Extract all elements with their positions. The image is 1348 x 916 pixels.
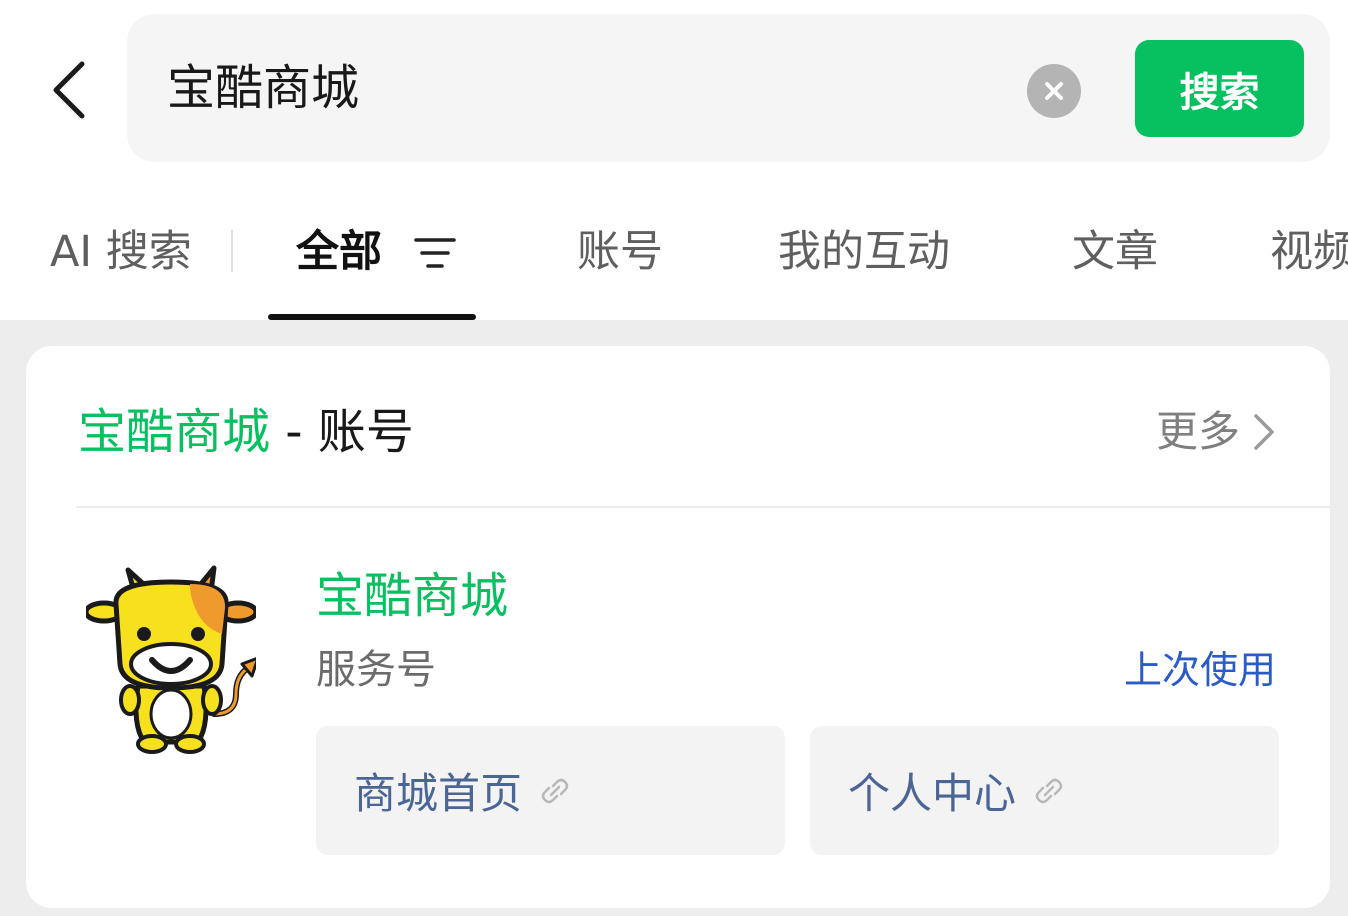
section-title-suffix: - 账号 xyxy=(270,404,414,460)
more-button[interactable]: 更多 xyxy=(1156,404,1276,460)
quick-link-label: 个人中心 xyxy=(848,769,1017,818)
search-field[interactable]: 宝酷商城 搜索 xyxy=(127,14,1330,162)
link-icon xyxy=(541,778,569,803)
quick-link-label: 商城首页 xyxy=(354,769,523,818)
chevron-left-icon xyxy=(53,61,85,119)
link-icon xyxy=(1035,778,1063,803)
tab-accounts[interactable]: 账号 xyxy=(577,222,663,282)
quick-link-personal-center[interactable]: 个人中心 xyxy=(810,726,1279,855)
tab-my-interactions[interactable]: 我的互动 xyxy=(778,222,950,282)
section-divider xyxy=(76,506,1330,508)
tab-all[interactable]: 全部 xyxy=(296,222,382,282)
clear-icon xyxy=(1045,82,1063,100)
tab-videos[interactable]: 视频 xyxy=(1270,222,1348,282)
tab-ai-search[interactable]: AI 搜索 xyxy=(50,222,192,282)
account-type: 服务号 xyxy=(316,647,436,693)
section-title: 宝酷商城 - 账号 xyxy=(78,400,414,464)
tab-articles[interactable]: 文章 xyxy=(1072,222,1158,282)
chevron-right-icon xyxy=(1254,414,1274,450)
account-avatar[interactable] xyxy=(86,564,256,754)
account-result-card: 宝酷商城 - 账号 更多 宝酷商城 服务号 上次使用 商城首页 个人中心 xyxy=(26,346,1330,908)
account-name[interactable]: 宝酷商城 xyxy=(316,564,508,628)
search-input[interactable]: 宝酷商城 xyxy=(167,56,359,120)
tab-divider xyxy=(231,230,233,272)
more-label: 更多 xyxy=(1155,407,1240,456)
filter-icon[interactable] xyxy=(414,236,456,270)
section-title-keyword: 宝酷商城 xyxy=(78,404,271,460)
search-button[interactable]: 搜索 xyxy=(1135,40,1304,137)
clear-button[interactable] xyxy=(1027,64,1081,118)
recently-used-tag: 上次使用 xyxy=(1123,648,1276,692)
back-button[interactable] xyxy=(44,58,94,122)
tab-bar: AI 搜索 全部 账号 我的互动 文章 视频 xyxy=(0,190,1348,320)
quick-link-mall-home[interactable]: 商城首页 xyxy=(316,726,785,855)
